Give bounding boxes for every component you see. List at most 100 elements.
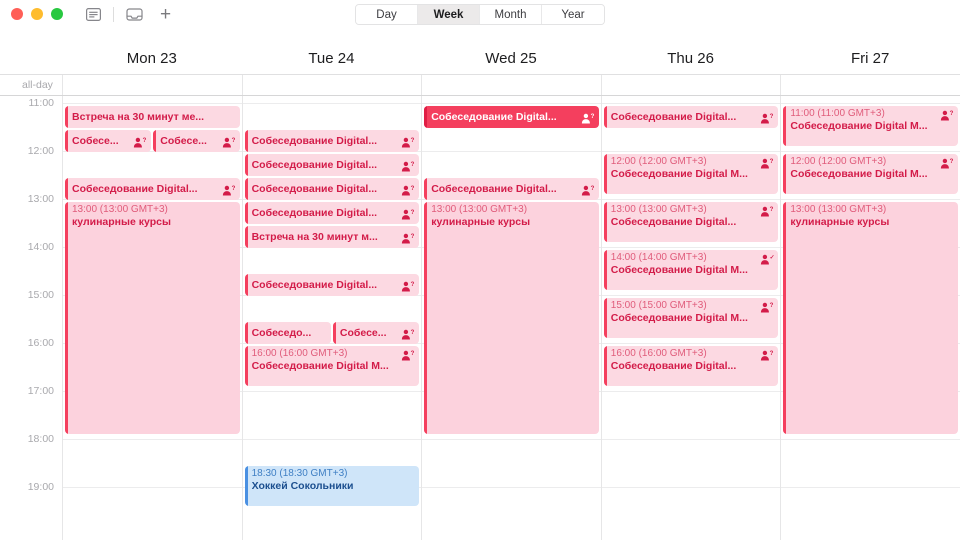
calendar-event[interactable]: 15:00 (15:00 GMT+3) Собеседование Digital…	[603, 298, 779, 338]
calendar-event[interactable]: 14:00 (14:00 GMT+3) Собеседование Digital…	[603, 250, 779, 290]
calendar-event[interactable]: 13:00 (13:00 GMT+3) Собеседование Digital…	[603, 202, 779, 242]
attendee-maybe-icon: ?	[401, 231, 415, 244]
calendar-event[interactable]: Собеседо...	[244, 322, 331, 344]
calendar-event[interactable]: 11:00 (11:00 GMT+3) Собеседование Digital…	[783, 106, 958, 146]
event-title: Собеседование Digital...	[251, 206, 378, 219]
calendar-event[interactable]: 16:00 (16:00 GMT+3) Собеседование Digital…	[603, 346, 779, 386]
calendar-event[interactable]: Встреча на 30 минут ме...	[65, 106, 240, 128]
all-day-cell-thu[interactable]	[600, 75, 781, 95]
time-gutter: 11:00 12:00 13:00 14:00 15:00 16:00 17:00 18:00…	[0, 96, 62, 540]
calendar-event[interactable]: Собеседование Digital...?	[244, 274, 420, 296]
calendar-event[interactable]: 16:00 (16:00 GMT+3) Собеседование Digital…	[244, 346, 420, 386]
svg-text:?: ?	[411, 281, 415, 288]
attendee-maybe-icon: ?	[401, 135, 415, 148]
svg-text:?: ?	[411, 350, 415, 357]
event-time: 12:00 (12:00 GMT+3)	[610, 156, 707, 167]
day-header-mon[interactable]: Mon 23	[62, 50, 242, 67]
event-title: Собеседо...	[251, 326, 312, 339]
calendar-event[interactable]: 13:00 (13:00 GMT+3) кулинарные курсы	[424, 202, 599, 434]
hour-gridline	[781, 439, 960, 440]
calendar-event[interactable]: 12:00 (12:00 GMT+3) Собеседование Digital…	[783, 154, 958, 194]
calendar-event[interactable]: 13:00 (13:00 GMT+3) кулинарные курсы	[783, 202, 958, 434]
add-event-icon[interactable]: +	[160, 5, 171, 24]
svg-text:?: ?	[590, 185, 594, 192]
event-accent-bar	[603, 250, 607, 290]
event-title: Встреча на 30 минут м...	[251, 230, 378, 243]
day-header-fri[interactable]: Fri 27	[780, 50, 960, 67]
view-segment-week[interactable]: Week	[418, 5, 480, 24]
calendar-event[interactable]: Собесе...?	[153, 130, 240, 152]
day-header-wed[interactable]: Wed 25	[421, 50, 601, 67]
calendar-event[interactable]: Собесе...?	[332, 322, 420, 344]
event-time: 16:00 (16:00 GMT+3)	[251, 348, 348, 359]
zoom-button[interactable]	[51, 8, 63, 20]
day-column-mon[interactable]: Встреча на 30 минут ме... Собесе...? Собес…	[62, 96, 242, 540]
view-segment-day[interactable]: Day	[356, 5, 418, 24]
day-column-wed[interactable]: Собеседование Digital...? Собеседование D…	[421, 96, 601, 540]
event-accent-bar	[603, 298, 607, 338]
event-title: Собеседование Digital...	[431, 182, 557, 195]
day-column-fri[interactable]: 11:00 (11:00 GMT+3) Собеседование Digital…	[780, 96, 960, 540]
svg-text:?: ?	[231, 137, 235, 144]
view-switcher[interactable]: Day Week Month Year	[355, 4, 605, 25]
hour-label-1100: 11:00	[28, 97, 55, 109]
event-title: Собесе...	[339, 326, 387, 339]
hour-gridline	[422, 439, 601, 440]
event-accent-bar	[783, 106, 787, 146]
inbox-icon[interactable]	[123, 4, 145, 24]
calendar-event[interactable]: 13:00 (13:00 GMT+3) кулинарные курсы	[65, 202, 240, 434]
calendar-event[interactable]: Собеседование Digital...?	[603, 106, 779, 128]
event-title: Собеседование Digital...	[251, 182, 378, 195]
calendar-event[interactable]: 12:00 (12:00 GMT+3) Собеседование Digital…	[603, 154, 779, 194]
calendar-event[interactable]: Встреча на 30 минут м...?	[244, 226, 420, 248]
calendar-event[interactable]: Собеседование Digital...?	[65, 178, 240, 200]
event-accent-bar	[244, 202, 248, 224]
hour-gridline	[601, 247, 781, 248]
event-time: 18:30 (18:30 GMT+3)	[251, 468, 348, 479]
view-segment-month[interactable]: Month	[480, 5, 542, 24]
event-title: Собеседование Digital M...	[610, 311, 748, 324]
event-time: 16:00 (16:00 GMT+3)	[610, 348, 707, 359]
svg-text:?: ?	[411, 209, 415, 216]
calendar-event[interactable]: Собеседование Digital...?	[244, 130, 420, 152]
event-title: Собеседование Digital M...	[610, 167, 748, 180]
hour-gridline	[601, 295, 781, 296]
attendee-maybe-icon: ?	[760, 348, 774, 361]
svg-text:?: ?	[411, 161, 415, 168]
event-title: кулинарные курсы	[72, 215, 171, 228]
event-title: Собеседование Digital...	[610, 110, 737, 123]
sidebar-toggle-icon[interactable]	[82, 4, 104, 24]
calendar-event[interactable]: Собеседование Digital...?	[244, 154, 420, 176]
day-column-tue[interactable]: Собеседование Digital...? Собеседование D…	[241, 96, 422, 540]
svg-text:?: ?	[770, 158, 774, 165]
hour-label-1700: 17:00	[27, 385, 54, 397]
all-day-cell-fri[interactable]	[780, 75, 960, 95]
all-day-label: all-day	[22, 79, 53, 91]
event-time: 13:00 (13:00 GMT+3)	[431, 204, 528, 215]
all-day-cell-mon[interactable]	[62, 75, 242, 95]
event-title: Собеседование Digital M...	[251, 359, 389, 372]
hour-gridline	[781, 199, 960, 200]
all-day-cell-wed[interactable]	[421, 75, 601, 95]
calendar-event[interactable]: Собеседование Digital...?	[424, 106, 599, 128]
calendar-event[interactable]: 18:30 (18:30 GMT+3) Хоккей Сокольники	[244, 466, 420, 506]
all-day-cell-tue[interactable]	[241, 75, 422, 95]
hour-gridline	[242, 103, 422, 104]
calendar-event[interactable]: Собеседование Digital...?	[424, 178, 599, 200]
event-accent-bar	[332, 322, 336, 344]
view-segment-year[interactable]: Year	[542, 5, 604, 24]
calendar-event[interactable]: Собеседование Digital...?	[244, 202, 420, 224]
svg-text:?: ?	[770, 113, 774, 120]
event-title: кулинарные курсы	[431, 215, 531, 228]
close-button[interactable]	[11, 8, 23, 20]
event-title: Собесе...	[72, 134, 119, 147]
event-time: 11:00 (11:00 GMT+3)	[790, 108, 885, 119]
day-header-tue[interactable]: Tue 24	[242, 50, 422, 67]
hour-gridline	[601, 103, 781, 104]
calendar-event[interactable]: Собесе...?	[65, 130, 152, 152]
event-accent-bar	[603, 202, 607, 242]
calendar-event[interactable]: Собеседование Digital...?	[244, 178, 420, 200]
day-header-thu[interactable]: Thu 26	[601, 50, 781, 67]
day-column-thu[interactable]: Собеседование Digital...? 12:00 (12:00 GM…	[600, 96, 781, 540]
minimize-button[interactable]	[31, 8, 43, 20]
